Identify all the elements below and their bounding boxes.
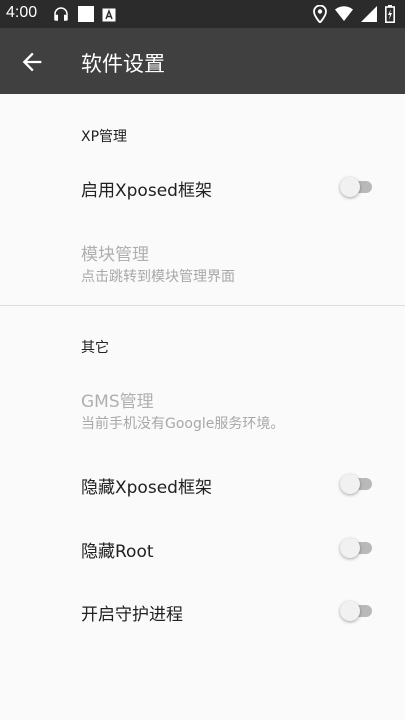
status-time: 4:00 bbox=[6, 4, 38, 21]
back-button[interactable] bbox=[18, 48, 46, 76]
pref-hide-root[interactable]: 隐藏Root bbox=[0, 519, 405, 577]
battery-charging-icon bbox=[385, 5, 395, 27]
pref-enable-xposed[interactable]: 启用Xposed框架 bbox=[0, 158, 405, 216]
hide-xposed-switch[interactable] bbox=[340, 474, 374, 494]
status-left-icons bbox=[52, 5, 116, 27]
status-bar: 4:00 bbox=[0, 0, 405, 28]
pref-label: 模块管理 bbox=[81, 245, 149, 265]
pref-module-manage[interactable]: 模块管理 点击跳转到模块管理界面 bbox=[0, 228, 405, 294]
section-header-xp: XP管理 bbox=[81, 129, 128, 145]
hide-root-switch[interactable] bbox=[340, 538, 374, 558]
pref-label: 隐藏Xposed框架 bbox=[81, 478, 212, 498]
enable-xposed-switch[interactable] bbox=[340, 177, 374, 197]
pref-summary: 当前手机没有Google服务环境。 bbox=[81, 416, 285, 432]
signal-icon bbox=[361, 6, 377, 26]
switch-thumb bbox=[340, 177, 360, 197]
status-right-icons bbox=[313, 4, 395, 27]
pref-label: 隐藏Root bbox=[81, 542, 154, 562]
page-title: 软件设置 bbox=[81, 52, 165, 76]
pref-gms-manage[interactable]: GMS管理 当前手机没有Google服务环境。 bbox=[0, 375, 405, 441]
wifi-icon bbox=[335, 6, 353, 26]
pref-label: GMS管理 bbox=[81, 392, 154, 412]
pref-guard-process[interactable]: 开启守护进程 bbox=[0, 582, 405, 640]
app-bar: 软件设置 bbox=[0, 28, 405, 94]
switch-thumb bbox=[340, 474, 360, 494]
switch-thumb bbox=[340, 538, 360, 558]
guard-process-switch[interactable] bbox=[340, 601, 374, 621]
section-header-other: 其它 bbox=[81, 340, 109, 356]
white-square-icon bbox=[78, 6, 94, 26]
arrow-back-icon bbox=[18, 52, 46, 80]
a-box-icon bbox=[102, 7, 116, 26]
location-icon bbox=[313, 4, 327, 27]
pref-summary: 点击跳转到模块管理界面 bbox=[81, 269, 235, 285]
pref-label: 开启守护进程 bbox=[81, 605, 183, 625]
switch-thumb bbox=[340, 601, 360, 621]
section-divider bbox=[0, 305, 405, 306]
pref-label: 启用Xposed框架 bbox=[81, 181, 212, 201]
headset-icon bbox=[52, 5, 70, 27]
pref-hide-xposed[interactable]: 隐藏Xposed框架 bbox=[0, 455, 405, 513]
